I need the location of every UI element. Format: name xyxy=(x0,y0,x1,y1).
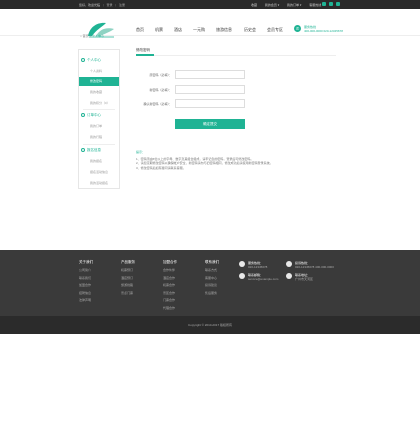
tab-divider xyxy=(136,55,336,56)
new-password-input[interactable] xyxy=(175,85,245,94)
location-icon xyxy=(286,273,292,279)
confirm-password-label: 确认新密码（必填）： xyxy=(143,102,172,106)
tips-panel: 提示： 1、密码须由6位以上的字母、数字及其组合组成，请牢记您的密码，登录后可修… xyxy=(136,150,301,170)
site-header: 首页 机票 酒店 一元购 旅游信息 历史会 会员专区 ✆ 服务热线 400-00… xyxy=(0,9,420,38)
footer-col-title: 联系我们 xyxy=(205,260,219,264)
nav-item-travel[interactable]: 旅游信息 xyxy=(216,27,232,33)
register-link[interactable]: 注册 xyxy=(119,3,125,7)
footer-col-products: 产品服务 机票预订 酒店预订 旅游线路 景点门票 xyxy=(121,260,135,298)
top-link-hotline[interactable]: 客服热线 xyxy=(309,3,321,7)
nav-item-members[interactable]: 会员专区 xyxy=(267,27,283,33)
sidebar-item-profile[interactable]: 个人资料 xyxy=(79,67,119,76)
tips-title: 提示： xyxy=(136,150,146,154)
top-links: 收藏 我的会员 ▾ 我的订单 ▾ 客服热线 xyxy=(251,3,328,7)
footer-link[interactable]: 投诉建议 xyxy=(205,283,219,291)
footer-link[interactable]: 代理合作 xyxy=(163,306,177,314)
sidebar-item-my-signup[interactable]: 我的报名 xyxy=(79,157,119,166)
footer-link[interactable]: 售后服务 xyxy=(205,291,219,299)
site-footer: 关于我们 公司简介 联系我们 加盟合作 招聘信息 法律声明 产品服务 机票预订 … xyxy=(0,250,420,323)
sidebar-divider xyxy=(83,144,115,145)
submit-button[interactable]: 确定提交 xyxy=(175,119,245,129)
login-link[interactable]: 登录 xyxy=(106,3,112,7)
sidebar-item-itinerary[interactable]: 我的行程 xyxy=(79,133,119,142)
footer-link[interactable]: 景点门票 xyxy=(121,291,135,299)
footer-link[interactable]: 合作伙伴 xyxy=(163,268,177,276)
footer-link[interactable]: 门票合作 xyxy=(163,298,177,306)
mail-icon xyxy=(239,273,245,279)
sidebar-item-favorites[interactable]: 我的收藏 xyxy=(79,88,119,97)
top-bar: 您好，欢迎光临 | 登录 | 注册 收藏 我的会员 ▾ 我的订单 ▾ 客服热线 xyxy=(0,0,420,9)
footer-link[interactable]: 旅游线路 xyxy=(121,283,135,291)
top-link-orders[interactable]: 我的订单 ▾ xyxy=(287,3,301,7)
old-password-input[interactable] xyxy=(175,70,245,79)
breadcrumb-current: 个人中心 xyxy=(92,34,105,38)
tip-line-3: 3、修改密码后如有疑问请联系客服。 xyxy=(136,165,186,170)
footer-link[interactable]: 加盟合作 xyxy=(79,283,93,291)
footer-link[interactable]: 机票合作 xyxy=(163,283,177,291)
home-icon: ⌂ xyxy=(80,34,82,38)
phone-icon: ✆ xyxy=(294,25,301,32)
order-icon xyxy=(81,113,85,118)
top-link-favorites[interactable]: 收藏 xyxy=(251,3,257,7)
sidebar-item-my-orders[interactable]: 我的订单 xyxy=(79,122,119,131)
sidebar-item-signup-activity[interactable]: 报名活动信息 xyxy=(79,168,119,177)
phone-icon xyxy=(239,261,245,267)
sidebar-group-orders: 订单中心 xyxy=(81,113,101,118)
top-greeting-area: 您好，欢迎光临 | 登录 | 注册 xyxy=(79,3,125,7)
nav-item-hotels[interactable]: 酒店 xyxy=(174,27,182,33)
footer-col-title: 产品服务 xyxy=(121,260,135,264)
footer-col-title: 加盟合作 xyxy=(163,260,177,264)
footer-link[interactable]: 景区合作 xyxy=(163,291,177,299)
old-password-label: 原密码（必填）： xyxy=(149,73,172,77)
sidebar-item-activity-signup[interactable]: 我的活动报名 xyxy=(79,179,119,188)
footer-link[interactable]: 酒店预订 xyxy=(121,276,135,284)
footer-link[interactable]: 招聘信息 xyxy=(79,291,93,299)
tab-active-indicator xyxy=(136,54,154,56)
footer-link[interactable]: 联系我们 xyxy=(79,276,93,284)
sidebar-group-personal: 个人中心 xyxy=(81,58,101,63)
hotline-number: 400-000-0000 020-12345678 xyxy=(304,29,343,33)
sidebar: 个人中心 个人资料 修改密码 我的收藏 我的积分（0） 订单中心 我的订单 我的… xyxy=(78,49,120,189)
sidebar-item-points[interactable]: 我的积分（0） xyxy=(79,99,119,108)
footer-col-contact: 联系我们 联系方式 客服中心 投诉建议 售后服务 xyxy=(205,260,219,298)
breadcrumb: ⌂ 首页 > 个人中心 xyxy=(80,34,105,38)
copyright-text: Copyright © 2010-2017 版权所有 xyxy=(188,323,232,327)
footer-col-title: 关于我们 xyxy=(79,260,93,264)
footer-link[interactable]: 法律声明 xyxy=(79,298,93,306)
qq-icon[interactable] xyxy=(329,2,333,6)
user-icon xyxy=(81,58,85,63)
headset-icon xyxy=(286,261,292,267)
footer-link[interactable]: 酒店合作 xyxy=(163,276,177,284)
sidebar-group-signup: 报名信息 xyxy=(81,148,101,153)
footer-link[interactable]: 客服中心 xyxy=(205,276,219,284)
nav-item-onebuy[interactable]: 一元购 xyxy=(193,27,205,33)
top-link-member[interactable]: 我的会员 ▾ xyxy=(265,3,279,7)
sidebar-item-change-password[interactable]: 修改密码 xyxy=(79,77,119,86)
nav-item-home[interactable]: 首页 xyxy=(136,27,144,33)
breadcrumb-home[interactable]: 首页 xyxy=(83,34,89,38)
copyright-bar: Copyright © 2010-2017 版权所有 xyxy=(0,316,420,334)
greeting-text: 您好，欢迎光临 xyxy=(79,3,101,7)
sidebar-divider xyxy=(83,109,115,110)
wechat-icon[interactable] xyxy=(336,2,340,6)
tab-change-password[interactable]: 修改密码 xyxy=(136,48,150,53)
footer-col-about: 关于我们 公司简介 联系我们 加盟合作 招聘信息 法律声明 xyxy=(79,260,93,306)
confirm-password-input[interactable] xyxy=(175,99,245,108)
footer-col-partners: 加盟合作 合作伙伴 酒店合作 机票合作 景区合作 门票合作 代理合作 xyxy=(163,260,177,313)
new-password-label: 新密码（必填）： xyxy=(149,88,172,92)
nav-item-flights[interactable]: 机票 xyxy=(155,27,163,33)
weibo-icon[interactable] xyxy=(322,2,326,6)
footer-link[interactable]: 机票预订 xyxy=(121,268,135,276)
footer-link[interactable]: 联系方式 xyxy=(205,268,219,276)
footer-link[interactable]: 公司简介 xyxy=(79,268,93,276)
signup-icon xyxy=(81,148,85,153)
nav-item-history[interactable]: 历史会 xyxy=(244,27,256,33)
